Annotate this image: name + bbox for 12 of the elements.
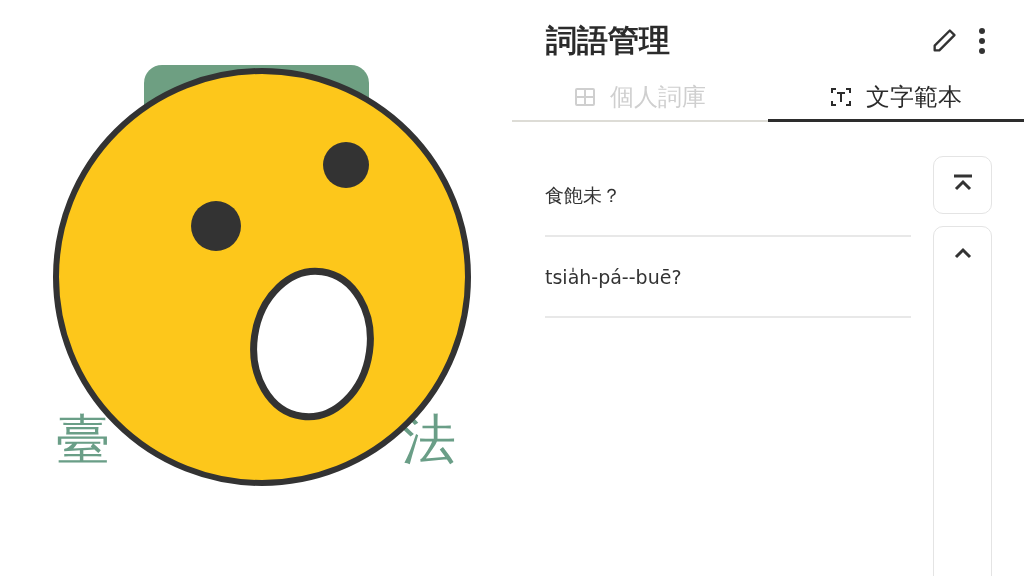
template-item[interactable]: 食飽未？ bbox=[545, 156, 911, 237]
book-icon bbox=[574, 86, 596, 107]
chevron-up-icon bbox=[952, 247, 973, 259]
logo-text: 臺 bbox=[56, 413, 110, 467]
scroll-top-button[interactable] bbox=[933, 156, 992, 214]
text-scan-icon bbox=[830, 85, 852, 108]
template-item[interactable]: tsia̍h-pá--buē? bbox=[545, 237, 911, 318]
tab[interactable]: 文字範本 bbox=[768, 74, 1024, 122]
more-icon bbox=[978, 27, 986, 55]
page-title: 詞語管理 bbox=[546, 21, 671, 60]
to-top-icon bbox=[952, 174, 973, 192]
logo-text: 法 bbox=[402, 413, 456, 467]
